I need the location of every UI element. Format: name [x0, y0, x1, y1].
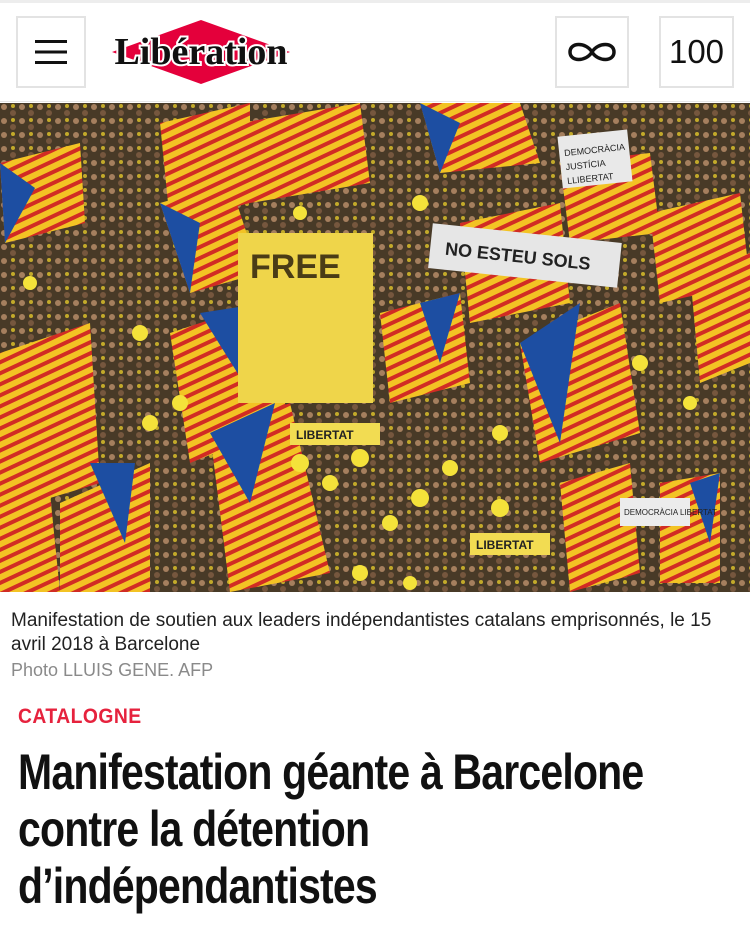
hamburger-menu-icon — [35, 40, 67, 64]
photo-caption: Manifestation de soutien aux leaders ind… — [11, 610, 712, 655]
menu-button[interactable] — [16, 16, 86, 88]
protest-crowd-image: FREE DEMOCRÀCIA JUSTÍCIA LLIBERTAT NO ES… — [0, 103, 750, 592]
photo-credit: Photo LLUIS GENE. AFP — [11, 660, 214, 680]
infinity-icon — [568, 42, 616, 62]
article-headline: Manifestation géante à Barcelone contre … — [18, 744, 644, 914]
svg-text:FREE: FREE — [250, 248, 341, 286]
liberation-logo[interactable]: Libération — [112, 16, 290, 88]
site-header: Libération 100 — [0, 0, 750, 102]
section-label-catalogne[interactable]: CATALOGNE — [18, 705, 142, 729]
svg-text:DEMOCRÀCIA LIBERTAT: DEMOCRÀCIA LIBERTAT — [624, 508, 717, 517]
logo-text: Libération — [114, 31, 287, 73]
top-100-button[interactable]: 100 — [659, 16, 734, 88]
svg-text:LIBERTAT: LIBERTAT — [296, 428, 354, 442]
infinity-button[interactable] — [555, 16, 629, 88]
hero-photo: FREE DEMOCRÀCIA JUSTÍCIA LLIBERTAT NO ES… — [0, 103, 750, 592]
top-100-label: 100 — [668, 33, 725, 70]
svg-text:LIBERTAT: LIBERTAT — [476, 538, 534, 552]
